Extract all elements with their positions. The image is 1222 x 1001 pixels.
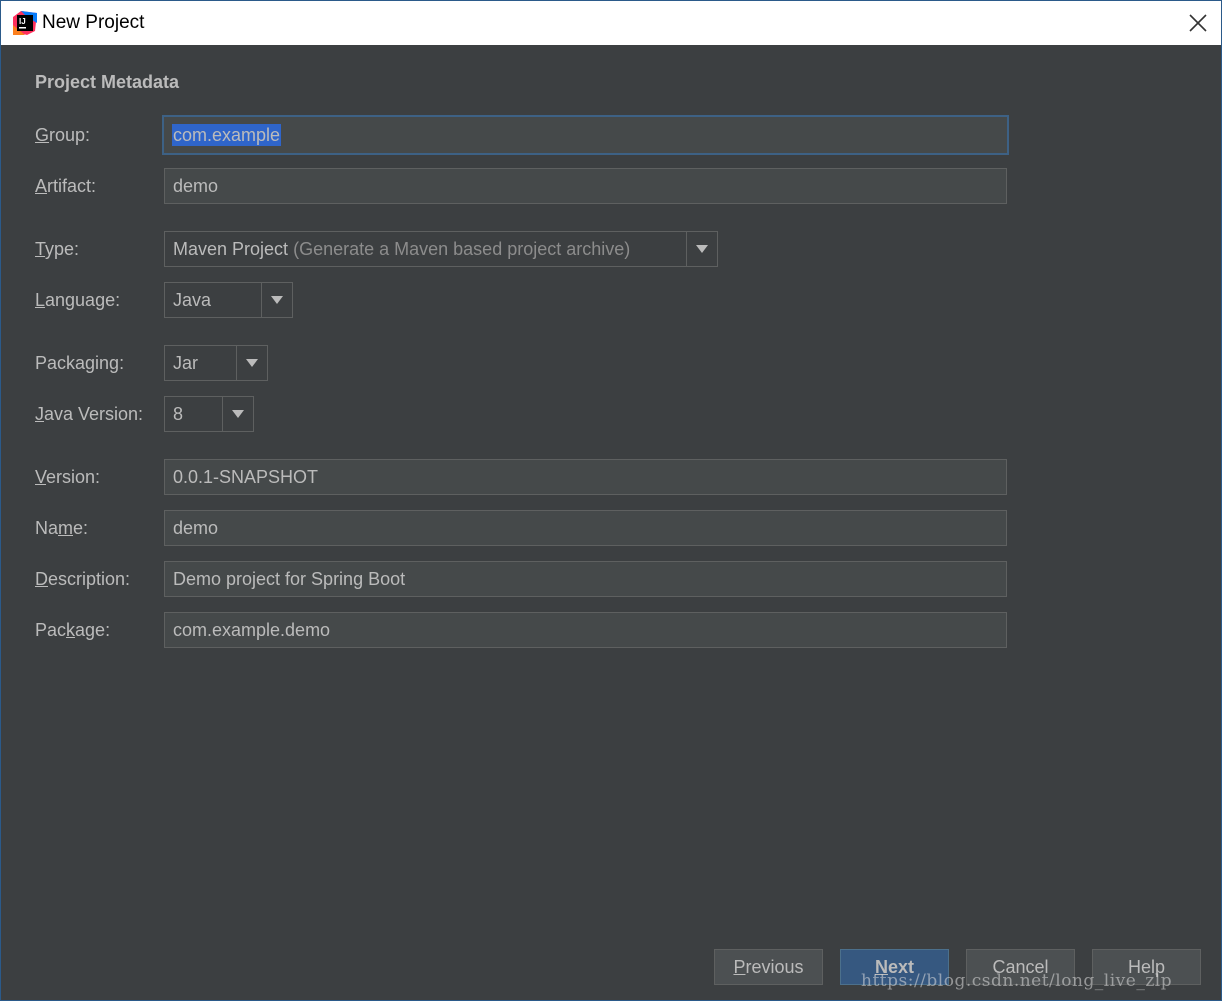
name-label: Name:: [35, 518, 89, 538]
name-field[interactable]: demo: [164, 510, 1007, 546]
artifact-label: Artifact:: [35, 176, 97, 196]
package-label: Package:: [35, 620, 111, 640]
close-button[interactable]: [1175, 1, 1221, 45]
watermark: https://blog.csdn.net/long_live_zlp: [861, 971, 1173, 991]
chevron-down-icon: [246, 359, 258, 367]
language-value: Java: [173, 290, 212, 310]
packaging-label: Packaging:: [35, 353, 125, 373]
chevron-down-icon: [232, 410, 244, 418]
java-version-value: 8: [173, 404, 184, 424]
chevron-down-icon: [271, 296, 283, 304]
title-bar: IJ New Project: [1, 1, 1221, 45]
type-select[interactable]: Maven Project (Generate a Maven based pr…: [164, 231, 718, 267]
svg-text:IJ: IJ: [19, 17, 26, 26]
chevron-down-icon: [696, 245, 708, 253]
description-field[interactable]: Demo project for Spring Boot: [164, 561, 1007, 597]
java-version-dropdown-arrow[interactable]: [222, 397, 253, 431]
version-field[interactable]: 0.0.1-SNAPSHOT: [164, 459, 1007, 495]
section-title: Project Metadata: [35, 72, 180, 92]
java-version-label: Java Version:: [35, 404, 144, 424]
language-label: Language:: [35, 290, 121, 310]
artifact-field[interactable]: demo: [164, 168, 1007, 204]
description-label: Description:: [35, 569, 131, 589]
type-hint: (Generate a Maven based project archive): [293, 239, 631, 259]
type-value: Maven Project: [173, 239, 289, 259]
group-label: Group:: [35, 125, 91, 145]
new-project-dialog: IJ New Project Project Metadata Group: c…: [0, 0, 1222, 1001]
language-select[interactable]: Java: [164, 282, 293, 318]
intellij-idea-icon: IJ: [13, 11, 37, 35]
window-title: New Project: [42, 12, 145, 33]
packaging-value: Jar: [173, 353, 199, 373]
previous-button[interactable]: Previous: [714, 949, 823, 985]
close-icon: [1189, 14, 1207, 32]
packaging-dropdown-arrow[interactable]: [236, 346, 267, 380]
type-label: Type:: [35, 239, 80, 259]
group-value: com.example: [172, 124, 282, 146]
packaging-select[interactable]: Jar: [164, 345, 268, 381]
type-dropdown-arrow[interactable]: [686, 232, 717, 266]
package-field[interactable]: com.example.demo: [164, 612, 1007, 648]
language-dropdown-arrow[interactable]: [261, 283, 292, 317]
version-label: Version:: [35, 467, 101, 487]
dialog-content: Project Metadata Group: com.example Arti…: [1, 45, 1221, 1000]
java-version-select[interactable]: 8: [164, 396, 254, 432]
group-field[interactable]: com.example: [162, 115, 1009, 155]
